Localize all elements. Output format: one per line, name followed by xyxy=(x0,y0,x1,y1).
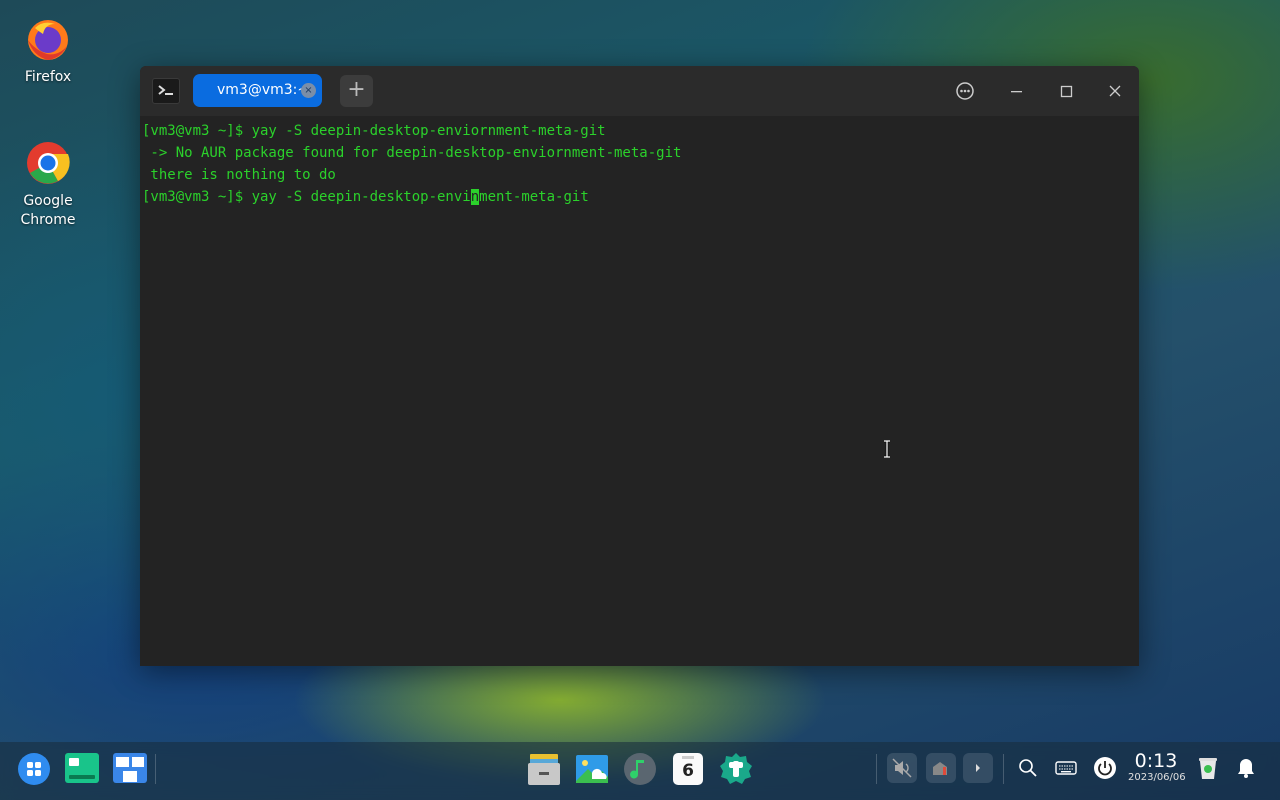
image-viewer-icon xyxy=(576,755,608,783)
keyboard-icon xyxy=(1055,761,1077,775)
multitasking-button[interactable] xyxy=(64,751,100,787)
desktop-icon-label: Chrome xyxy=(20,212,76,228)
terminal-app-icon[interactable] xyxy=(152,78,180,104)
network-button[interactable] xyxy=(926,753,956,783)
input-before-cursor: [vm3@vm3 ~]$ yay -S deepin-desktop-envi xyxy=(142,189,471,205)
divider xyxy=(876,754,877,784)
clock-time: 0:13 xyxy=(1134,750,1178,772)
trash-icon xyxy=(1199,758,1217,779)
tab-label: vm3@vm3:~ xyxy=(217,82,310,98)
music-button[interactable] xyxy=(622,751,658,787)
divider xyxy=(155,754,156,784)
bell-icon xyxy=(1238,759,1254,778)
close-button[interactable] xyxy=(1100,76,1130,106)
titlebar: vm3@vm3:~ × + xyxy=(140,66,1139,116)
image-viewer-button[interactable] xyxy=(574,751,610,787)
file-manager-button[interactable] xyxy=(526,751,562,787)
terminal-line: -> No AUR package found for deepin-deskt… xyxy=(142,145,682,161)
network-disconnected-icon xyxy=(933,762,947,775)
terminal-input-line[interactable]: [vm3@vm3 ~]$ yay -S deepin-desktop-envin… xyxy=(142,186,1139,208)
workspace-icon xyxy=(113,753,147,783)
tray-expand-button[interactable] xyxy=(963,753,993,783)
input-after-cursor: ment-meta-git xyxy=(479,189,589,205)
keyboard-button[interactable] xyxy=(1051,753,1081,783)
app-store-button[interactable] xyxy=(718,751,754,787)
volume-muted-icon xyxy=(892,758,912,778)
tab-terminal[interactable]: vm3@vm3:~ × xyxy=(193,74,322,107)
launcher-button[interactable] xyxy=(16,751,52,787)
maximize-button[interactable] xyxy=(1051,76,1081,106)
new-tab-button[interactable]: + xyxy=(340,75,373,107)
minimize-button[interactable] xyxy=(1001,76,1031,106)
maximize-icon xyxy=(1060,85,1073,98)
more-options-icon xyxy=(956,82,974,100)
settings-icon xyxy=(720,753,752,784)
workspace-button[interactable] xyxy=(112,751,148,787)
search-button[interactable] xyxy=(1013,753,1043,783)
clock-date: 2023/06/06 xyxy=(1128,772,1186,783)
music-icon xyxy=(624,753,656,785)
notification-button[interactable] xyxy=(1231,753,1261,783)
calendar-day: 6 xyxy=(682,761,694,781)
taskbar: 6 0:13 2023/06/06 xyxy=(0,742,1280,800)
desktop-icon-label: Google xyxy=(23,193,73,209)
menu-button[interactable] xyxy=(950,76,980,106)
ibeam-cursor-icon xyxy=(883,439,891,459)
trash-button[interactable] xyxy=(1193,753,1223,783)
desktop-icon-label: Firefox xyxy=(24,69,72,85)
text-cursor: n xyxy=(470,189,480,205)
chrome-icon xyxy=(25,140,71,186)
divider xyxy=(1003,754,1004,784)
power-button[interactable] xyxy=(1090,753,1120,783)
terminal-line: there is nothing to do xyxy=(142,167,336,183)
terminal-line: [vm3@vm3 ~]$ yay -S deepin-desktop-envio… xyxy=(142,123,606,139)
minimize-icon xyxy=(1011,91,1022,93)
terminal-output[interactable]: [vm3@vm3 ~]$ yay -S deepin-desktop-envio… xyxy=(140,116,1139,208)
power-icon xyxy=(1094,757,1116,779)
desktop-icon-firefox[interactable]: Firefox xyxy=(0,16,96,87)
sound-muted-button[interactable] xyxy=(887,753,917,783)
chevron-right-icon xyxy=(976,764,980,772)
multitasking-icon xyxy=(65,753,99,783)
clock[interactable]: 0:13 2023/06/06 xyxy=(1128,750,1186,784)
file-manager-icon xyxy=(528,754,560,785)
search-icon xyxy=(1019,759,1037,777)
launcher-icon xyxy=(18,753,50,785)
close-icon xyxy=(1109,85,1121,97)
tab-close-icon[interactable]: × xyxy=(301,83,316,98)
firefox-icon xyxy=(25,16,71,62)
desktop-icon-chrome[interactable]: Google Chrome xyxy=(0,140,96,230)
calendar-button[interactable]: 6 xyxy=(670,751,706,787)
terminal-window: vm3@vm3:~ × + [vm3@vm3 ~]$ yay -S deepin… xyxy=(140,66,1139,666)
